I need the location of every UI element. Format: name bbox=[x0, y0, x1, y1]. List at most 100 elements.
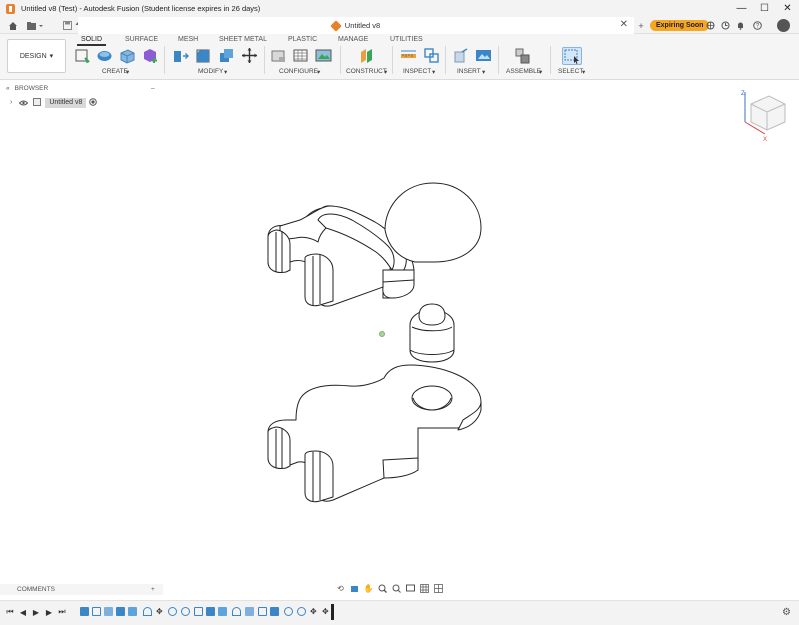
save-icon[interactable] bbox=[60, 19, 74, 32]
visibility-eye-icon[interactable] bbox=[19, 98, 29, 108]
group-create[interactable]: CREATE bbox=[102, 68, 128, 75]
timeline-marker[interactable] bbox=[331, 604, 334, 620]
timeline-feature-extrude[interactable] bbox=[270, 607, 279, 616]
timeline-feature-move[interactable]: ✥ bbox=[156, 607, 165, 616]
display-settings-icon[interactable] bbox=[406, 584, 415, 593]
insert-derive-icon[interactable] bbox=[453, 47, 470, 64]
close-window-button[interactable]: ✕ bbox=[776, 0, 799, 17]
construct-caret-icon[interactable]: ▾ bbox=[384, 68, 387, 76]
fillet-icon[interactable] bbox=[195, 47, 212, 64]
timeline-feature-extrude[interactable] bbox=[218, 607, 227, 616]
insert-caret-icon[interactable]: ▾ bbox=[482, 68, 485, 76]
tab-utilities[interactable]: UTILITIES bbox=[390, 36, 423, 43]
tab-manage[interactable]: MANAGE bbox=[338, 36, 368, 43]
browser-minimize-icon[interactable]: – bbox=[151, 85, 155, 92]
create-form-icon[interactable] bbox=[96, 47, 113, 64]
move-copy-icon[interactable] bbox=[241, 47, 258, 64]
viewports-icon[interactable] bbox=[434, 583, 443, 593]
timeline-feature-sketch[interactable] bbox=[194, 607, 203, 616]
press-pull-icon[interactable] bbox=[172, 47, 189, 64]
timeline-previous-icon[interactable]: ◀ bbox=[18, 607, 28, 617]
timeline-feature-extrude[interactable] bbox=[206, 607, 215, 616]
timeline-feature-revolve[interactable] bbox=[297, 607, 306, 616]
modify-caret-icon[interactable]: ▾ bbox=[224, 68, 227, 76]
select-icon[interactable] bbox=[562, 47, 582, 65]
tab-mesh[interactable]: MESH bbox=[178, 36, 198, 43]
timeline-feature-shape[interactable] bbox=[232, 607, 241, 616]
file-menu-icon[interactable] bbox=[24, 19, 48, 32]
user-avatar[interactable] bbox=[777, 19, 790, 32]
timeline-next-icon[interactable]: ▶ bbox=[44, 607, 54, 617]
group-inspect[interactable]: INSPECT bbox=[403, 68, 431, 75]
configuration-image-icon[interactable] bbox=[315, 47, 332, 64]
group-configure[interactable]: CONFIGURE bbox=[279, 68, 318, 75]
zoom-icon[interactable] bbox=[378, 584, 387, 593]
apps-icon[interactable] bbox=[703, 19, 717, 32]
insert-canvas-icon[interactable] bbox=[475, 47, 492, 64]
timeline-feature-extrude[interactable] bbox=[245, 607, 254, 616]
group-assemble[interactable]: ASSEMBLE bbox=[506, 68, 541, 75]
timeline-feature-revolve[interactable] bbox=[168, 607, 177, 616]
orbit-icon[interactable]: ⟲ bbox=[336, 584, 345, 593]
configure-model-icon[interactable] bbox=[270, 47, 287, 64]
job-status-icon[interactable] bbox=[718, 19, 732, 32]
tab-plastic[interactable]: PLASTIC bbox=[288, 36, 317, 43]
browser-panel-header[interactable]: « BROWSER – bbox=[0, 83, 163, 94]
comments-panel[interactable]: COMMENTS + bbox=[0, 584, 163, 595]
timeline-play-icon[interactable]: ▶ bbox=[31, 607, 41, 617]
new-component-icon[interactable] bbox=[514, 47, 531, 64]
configuration-table-icon[interactable] bbox=[292, 47, 309, 64]
maximize-button[interactable]: ☐ bbox=[753, 0, 776, 17]
look-at-icon[interactable] bbox=[350, 584, 359, 593]
timeline-feature-extrude[interactable] bbox=[104, 607, 113, 616]
group-modify[interactable]: MODIFY bbox=[198, 68, 223, 75]
group-select[interactable]: SELECT bbox=[558, 68, 583, 75]
offset-plane-icon[interactable] bbox=[358, 47, 375, 64]
timeline-feature-sketch[interactable] bbox=[80, 607, 89, 616]
group-construct[interactable]: CONSTRUCT bbox=[346, 68, 387, 75]
document-tab[interactable]: Untitled v8 ✕ bbox=[78, 17, 634, 34]
timeline-feature-extrude[interactable] bbox=[128, 607, 137, 616]
timeline-feature-revolve[interactable] bbox=[284, 607, 293, 616]
timeline-feature-sketch[interactable] bbox=[92, 607, 101, 616]
timeline-feature-extrude[interactable] bbox=[116, 607, 125, 616]
grid-settings-icon[interactable] bbox=[420, 583, 429, 593]
browser-collapse-icon[interactable]: « bbox=[6, 85, 10, 92]
browser-root-item[interactable]: › Untitled v8 bbox=[10, 97, 98, 108]
group-insert[interactable]: INSERT bbox=[457, 68, 481, 75]
browser-root-label[interactable]: Untitled v8 bbox=[45, 97, 87, 108]
create-sketch-icon[interactable] bbox=[74, 47, 91, 64]
close-tab-icon[interactable]: ✕ bbox=[620, 19, 628, 30]
view-cube[interactable]: Z X bbox=[741, 88, 787, 146]
timeline-feature-combine[interactable] bbox=[258, 607, 267, 616]
tab-solid[interactable]: SOLID bbox=[76, 36, 107, 46]
pan-hand-icon[interactable]: ✋ bbox=[364, 584, 374, 593]
home-icon[interactable] bbox=[6, 19, 20, 32]
tab-sheet-metal[interactable]: SHEET METAL bbox=[219, 36, 267, 43]
inspect-caret-icon[interactable]: ▾ bbox=[432, 68, 435, 76]
help-icon[interactable]: ? bbox=[750, 19, 764, 32]
select-caret-icon[interactable]: ▾ bbox=[582, 68, 585, 76]
viewport-canvas[interactable] bbox=[0, 80, 799, 580]
minimize-button[interactable]: — bbox=[730, 0, 753, 17]
timeline-feature-revolve[interactable] bbox=[181, 607, 190, 616]
new-tab-icon[interactable]: + bbox=[634, 19, 648, 32]
timeline-feature-move[interactable]: ✥ bbox=[310, 607, 319, 616]
create-component-icon[interactable] bbox=[142, 47, 159, 64]
measure-icon[interactable] bbox=[400, 47, 417, 64]
interference-icon[interactable] bbox=[423, 47, 440, 64]
timeline-feature-move[interactable]: ✥ bbox=[322, 607, 331, 616]
notifications-bell-icon[interactable] bbox=[733, 19, 747, 32]
activate-radio-icon[interactable] bbox=[89, 97, 98, 108]
workspace-switcher-button[interactable]: DESIGN ▾ bbox=[7, 39, 66, 73]
timeline-feature-shape[interactable] bbox=[143, 607, 152, 616]
combine-icon[interactable] bbox=[218, 47, 235, 64]
assemble-caret-icon[interactable]: ▾ bbox=[539, 68, 542, 76]
create-caret-icon[interactable]: ▾ bbox=[126, 68, 129, 76]
expiring-soon-badge[interactable]: Expiring Soon bbox=[650, 20, 710, 31]
add-comment-icon[interactable]: + bbox=[151, 586, 155, 593]
extrude-icon[interactable] bbox=[119, 47, 136, 64]
timeline-settings-gear-icon[interactable]: ⚙ bbox=[782, 607, 791, 618]
fit-icon[interactable] bbox=[392, 584, 401, 593]
timeline-first-icon[interactable]: ⏮ bbox=[5, 607, 15, 617]
